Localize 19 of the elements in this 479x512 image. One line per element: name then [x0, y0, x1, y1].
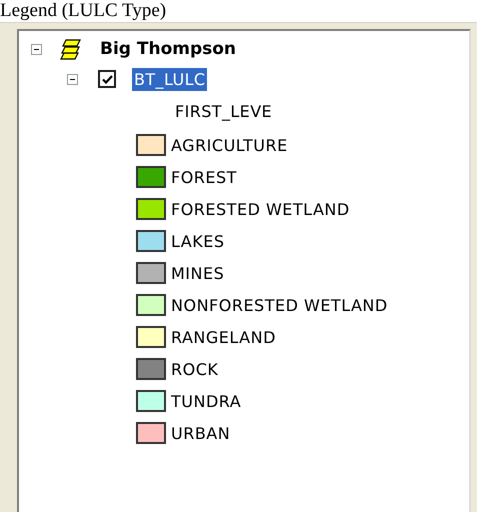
class-label: NONFORESTED WETLAND	[171, 296, 388, 314]
checkmark-icon	[100, 72, 114, 86]
class-label: FOREST	[171, 168, 237, 186]
class-label: URBAN	[171, 424, 230, 442]
class-label: LAKES	[171, 232, 224, 250]
class-label: RANGELAND	[171, 328, 276, 346]
layers-icon	[58, 38, 82, 60]
layer-checkbox[interactable]	[98, 70, 116, 88]
layer-name[interactable]: BT_LULC	[132, 68, 208, 90]
class-label: FORESTED WETLAND	[171, 200, 350, 218]
class-label: TUNDRA	[171, 392, 242, 410]
class-label: AGRICULTURE	[171, 136, 288, 154]
group-name[interactable]: Big Thompson	[100, 39, 236, 59]
collapse-icon[interactable]	[31, 44, 42, 54]
legend-caption: Legend (LULC Type)	[0, 0, 166, 22]
class-label: MINES	[171, 264, 224, 282]
field-name: FIRST_LEVE	[175, 102, 272, 120]
class-label: ROCK	[171, 360, 218, 378]
collapse-icon[interactable]	[67, 74, 78, 84]
